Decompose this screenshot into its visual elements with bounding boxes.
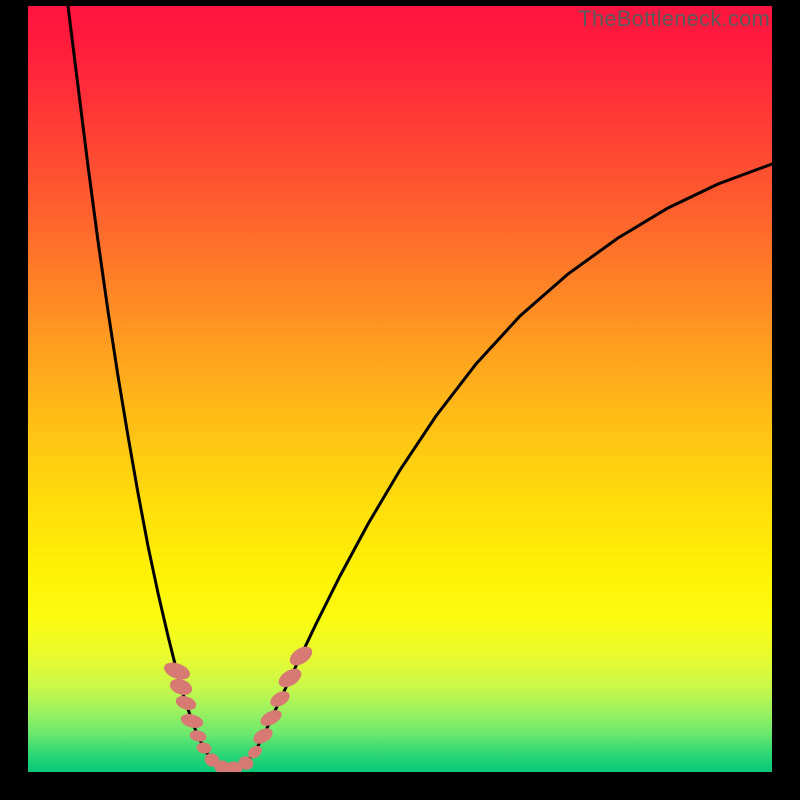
curve-path xyxy=(68,6,772,769)
bead-marker xyxy=(268,689,291,709)
bead-marker xyxy=(189,729,207,742)
bead-marker xyxy=(276,666,304,691)
bead-marker xyxy=(180,712,204,729)
chart-frame xyxy=(28,6,772,772)
bead-marker xyxy=(196,742,212,754)
curve-beads xyxy=(162,643,314,772)
watermark-text: TheBottleneck.com xyxy=(578,6,770,32)
bead-marker xyxy=(258,708,283,729)
bead-marker xyxy=(251,726,274,746)
bead-marker xyxy=(162,660,191,682)
bead-marker xyxy=(287,643,315,668)
bead-marker xyxy=(168,677,193,698)
bottleneck-curve xyxy=(28,6,772,772)
bead-marker xyxy=(175,694,198,712)
